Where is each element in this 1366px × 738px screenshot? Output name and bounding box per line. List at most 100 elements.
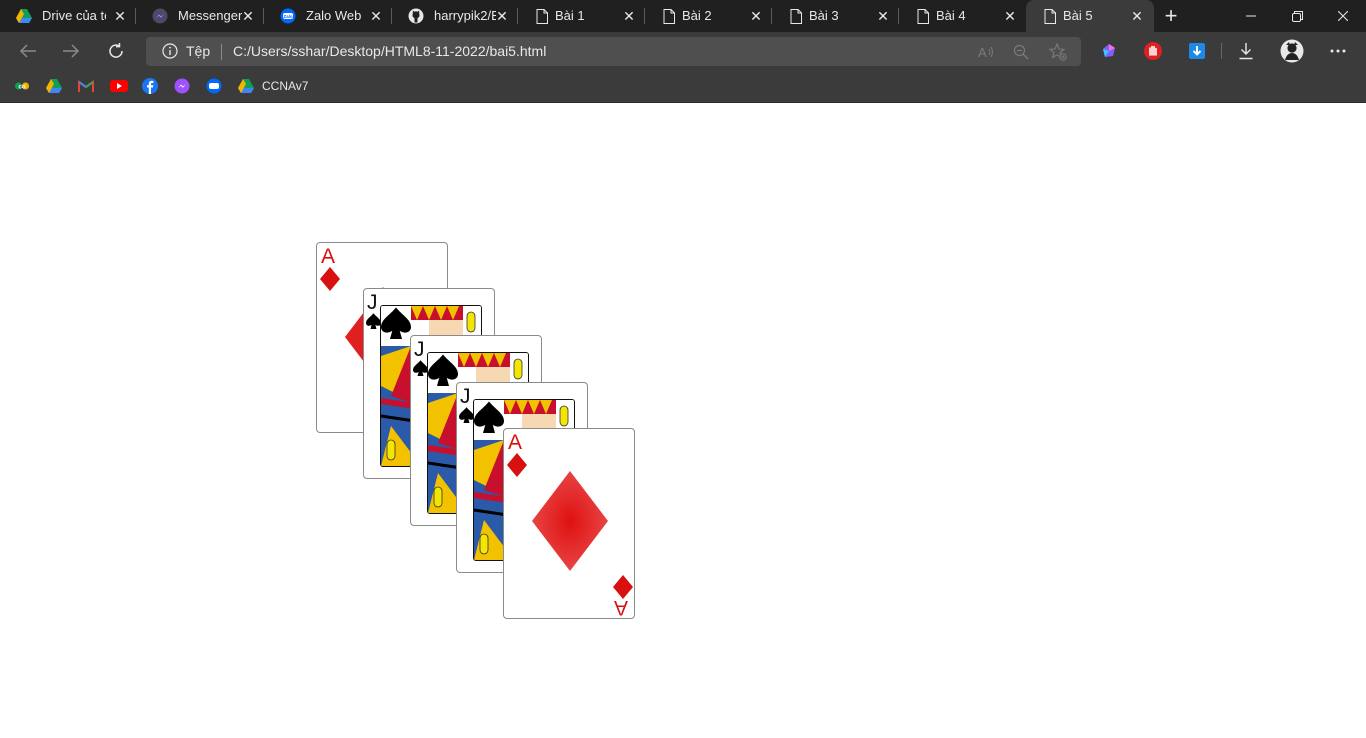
bookmark-item[interactable] — [78, 78, 94, 94]
tab-label: Messenger — [178, 8, 243, 23]
bookmarks-bar: co CCNAv7 — [0, 70, 1366, 103]
reload-button[interactable] — [103, 38, 129, 64]
tab-drive[interactable]: Drive của tô ✕ — [0, 0, 136, 32]
zoom-out-icon[interactable] — [1011, 42, 1031, 62]
tab-close-button[interactable]: ✕ — [112, 8, 128, 24]
extension-icon[interactable] — [1096, 38, 1122, 64]
card-rank: J — [460, 385, 471, 408]
github-icon — [408, 8, 424, 24]
arrow-right-icon — [63, 44, 80, 58]
google-drive-icon — [16, 8, 32, 24]
tab-label: Bài 3 — [809, 8, 839, 23]
messenger-icon — [152, 8, 168, 24]
tab-label: Bài 4 — [936, 8, 966, 23]
tab-close-button[interactable]: ✕ — [368, 8, 384, 24]
tab-label: Bài 1 — [555, 8, 585, 23]
link-icon: co — [15, 82, 29, 91]
favorites-icon[interactable] — [1048, 42, 1068, 62]
bookmark-item[interactable]: co — [14, 78, 30, 94]
playing-card: A A — [503, 428, 635, 619]
bookmark-item[interactable] — [110, 78, 128, 94]
minimize-icon — [1246, 15, 1256, 17]
tab-label: Zalo Web — [306, 8, 362, 23]
toolbar-divider — [1221, 43, 1222, 59]
page-icon — [661, 8, 677, 24]
downloads-button[interactable] — [1233, 38, 1259, 64]
google-drive-icon — [46, 79, 62, 93]
svg-text:Zalo: Zalo — [283, 14, 293, 19]
tab-label: harrypik2/B — [434, 8, 496, 23]
tab-close-button[interactable]: ✕ — [1002, 8, 1018, 24]
restore-icon — [1291, 10, 1303, 22]
diamond-pip-icon — [532, 471, 608, 571]
tab-close-button[interactable]: ✕ — [621, 8, 637, 24]
tab-close-button[interactable]: ✕ — [875, 8, 891, 24]
arrow-left-icon — [19, 44, 36, 58]
tab-bai-4[interactable]: Bài 4 ✕ — [899, 0, 1026, 32]
download-manager-icon[interactable] — [1184, 38, 1210, 64]
spade-pip-icon — [428, 354, 458, 386]
facebook-icon — [142, 78, 158, 94]
new-tab-button[interactable]: + — [1160, 5, 1182, 27]
tab-zalo[interactable]: Zalo Zalo Web ✕ — [264, 0, 392, 32]
zalo-icon: Zalo — [280, 8, 296, 24]
tab-bai-2[interactable]: Bài 2 ✕ — [645, 0, 772, 32]
browser-toolbar: Tệp C:/Users/sshar/Desktop/HTML8-11-2022… — [0, 32, 1366, 70]
avatar-icon — [1280, 39, 1304, 63]
minimize-button[interactable] — [1228, 0, 1274, 32]
settings-menu-button[interactable] — [1325, 38, 1351, 64]
info-icon[interactable] — [162, 43, 178, 59]
bookmark-ccnav7[interactable]: CCNAv7 — [238, 78, 308, 94]
tab-label: Bài 2 — [682, 8, 712, 23]
tab-close-button[interactable]: ✕ — [494, 8, 510, 24]
spade-pip-icon — [474, 401, 504, 433]
download-icon — [1239, 43, 1253, 60]
address-bar[interactable]: Tệp C:/Users/sshar/Desktop/HTML8-11-2022… — [146, 37, 1081, 66]
messenger-icon — [174, 78, 190, 94]
read-aloud-icon[interactable]: A — [976, 42, 996, 62]
spade-suit-icon — [459, 407, 474, 423]
bookmark-item[interactable] — [206, 78, 222, 94]
bookmark-item[interactable] — [142, 78, 158, 94]
diamond-suit-icon — [320, 267, 340, 291]
address-divider — [221, 44, 222, 60]
card-rank: A — [508, 431, 523, 454]
svg-text:A: A — [978, 45, 987, 60]
more-icon — [1330, 49, 1346, 53]
tab-github[interactable]: harrypik2/B ✕ — [392, 0, 518, 32]
page-icon — [788, 8, 804, 24]
restore-button[interactable] — [1274, 0, 1320, 32]
adblock-icon[interactable] — [1140, 38, 1166, 64]
page-icon — [534, 8, 550, 24]
bookmark-item[interactable] — [46, 78, 62, 94]
bookmark-item[interactable] — [174, 78, 190, 94]
reload-icon — [109, 43, 123, 58]
tab-close-button[interactable]: ✕ — [1129, 8, 1145, 24]
card-rank: J — [367, 291, 378, 314]
tab-label: Bài 5 — [1063, 8, 1093, 23]
page-icon — [1042, 8, 1058, 24]
svg-text:co: co — [18, 85, 25, 91]
page-icon — [915, 8, 931, 24]
close-icon — [1338, 11, 1348, 21]
tab-bai-5[interactable]: Bài 5 ✕ — [1026, 0, 1154, 32]
tab-bai-1[interactable]: Bài 1 ✕ — [518, 0, 645, 32]
card-rank: A — [321, 245, 336, 268]
youtube-icon — [110, 80, 128, 92]
bookmark-label: CCNAv7 — [262, 79, 309, 93]
tab-bai-3[interactable]: Bài 3 ✕ — [772, 0, 899, 32]
card-rank: J — [414, 338, 425, 361]
url-text[interactable]: C:/Users/sshar/Desktop/HTML8-11-2022/bai… — [233, 43, 546, 60]
tab-strip: Drive của tô ✕ Messenger ✕ Zalo Zalo Web… — [0, 0, 1366, 32]
zalo-icon — [206, 78, 222, 94]
back-button[interactable] — [15, 38, 41, 64]
close-window-button[interactable] — [1320, 0, 1366, 32]
forward-button[interactable] — [58, 38, 84, 64]
tab-close-button[interactable]: ✕ — [748, 8, 764, 24]
card-rank: A — [614, 596, 629, 619]
diamond-suit-icon — [507, 453, 527, 477]
google-drive-icon — [238, 79, 254, 93]
tab-close-button[interactable]: ✕ — [240, 8, 256, 24]
tab-messenger[interactable]: Messenger ✕ — [136, 0, 264, 32]
profile-avatar[interactable] — [1279, 38, 1305, 64]
